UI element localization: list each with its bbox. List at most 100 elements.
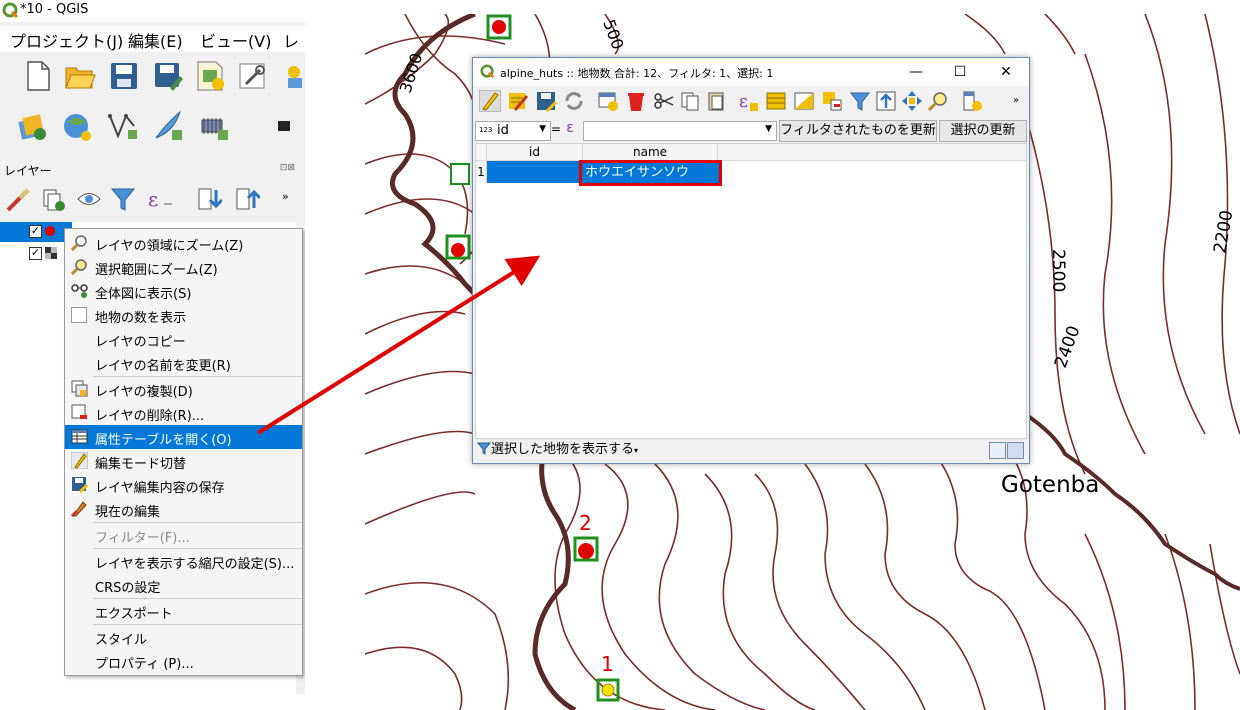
menu-style[interactable]: スタイル [65,625,302,649]
close-button[interactable]: ✕ [991,61,1021,83]
filter-legend-icon[interactable] [110,186,136,212]
column-header-id[interactable]: id [487,144,583,160]
digitize-icon[interactable] [152,110,184,142]
new-vector-layer-icon[interactable] [106,110,138,142]
delete-feature-icon[interactable] [625,90,647,112]
filter-value-input[interactable]: ▼ [583,121,777,141]
data-source-manager-icon[interactable] [16,110,48,142]
layer-visibility-checkbox[interactable]: ✓ [29,247,42,260]
cut-icon[interactable] [653,90,675,112]
style-panel-icon[interactable] [6,186,32,212]
layer-item-contours[interactable]: ✓ [0,244,72,264]
multi-edit-icon[interactable] [507,90,529,112]
qgis-main-window: *10 - QGIS プロジェクト(J) 編集(E) ビュー(V) レ レイヤー… [0,0,305,694]
table-view-icon[interactable] [1007,442,1024,459]
toggle-editing-icon[interactable] [479,90,501,112]
move-selection-top-icon[interactable] [875,90,897,112]
add-group-icon[interactable] [40,186,66,212]
menu-layer[interactable]: レ [283,28,299,52]
virtual-layer-icon[interactable] [198,110,230,142]
point-label-1: 1 [601,652,614,676]
form-view-icon[interactable] [989,442,1006,459]
new-field-icon[interactable] [961,90,983,112]
layout-manager-icon[interactable] [236,60,268,92]
panel-float-close-icon[interactable]: ⊡⊠ [280,163,295,173]
cell-name[interactable]: ホウエイサンソウ [579,160,722,186]
layer-visibility-checkbox[interactable]: ✓ [29,225,42,238]
minimize-button[interactable]: — [901,61,931,83]
zoom-to-selection-icon[interactable] [927,90,949,112]
save-project-icon[interactable] [108,60,140,92]
table-row[interactable]: 1 ホウエイサンソウ [476,160,1026,186]
menu-set-scale-visibility[interactable]: レイヤを表示する縮尺の設定(S)... [65,549,302,573]
menu-properties[interactable]: プロパティ (P)... [65,649,302,673]
invert-selection-icon[interactable] [793,90,815,112]
save-edits-icon[interactable] [535,90,557,112]
select-all-icon[interactable] [765,90,787,112]
show-selected-label: 選択した地物を表示する [491,442,635,457]
menu-project[interactable]: プロジェクト(J) [10,28,123,52]
save-edits-icon [72,477,88,493]
menu-show-in-overview[interactable]: 全体図に表示(S) [65,279,302,303]
menu-toggle-editing[interactable]: 編集モード切替 [65,449,302,473]
add-wms-layer-icon[interactable] [60,110,92,142]
contour-label-3600: 3600 [396,51,427,96]
attribute-table-toolbar: ε » [473,87,1029,117]
attribute-table-titlebar[interactable]: alpine_huts :: 地物数 合計: 12、フィルタ: 1、選択: 1 … [473,58,1029,86]
expression-select-icon[interactable]: ε [737,90,759,112]
update-filtered-button[interactable]: フィルタされたものを更新 [779,120,937,142]
menu-zoom-to-layer[interactable]: レイヤの領域にズーム(Z) [65,231,302,255]
pan-to-selection-icon[interactable] [901,90,923,112]
menu-export[interactable]: エクスポート [65,599,302,623]
corner-header[interactable] [476,144,487,160]
menu-show-feature-count[interactable]: 地物の数を表示 [65,303,302,327]
cell-id[interactable] [487,161,582,183]
filter-selected-icon[interactable] [849,90,871,112]
add-feature-icon[interactable] [597,90,619,112]
toolbar-overflow[interactable]: » [1013,95,1019,106]
menu-current-edits[interactable]: 現在の編集 [65,497,302,521]
deselect-all-icon[interactable] [821,90,843,112]
menu-set-crs[interactable]: CRSの設定 [65,573,302,597]
menu-view[interactable]: ビュー(V) [200,28,271,52]
manage-visibility-icon[interactable] [76,186,102,212]
update-selection-button[interactable]: 選択の更新 [939,120,1027,142]
remove-layer-icon [71,404,87,419]
menu-open-attribute-table[interactable]: 属性テーブルを開く(O) [65,425,302,449]
contour-label-2200: 2200 [1210,209,1237,255]
menu-copy-layer[interactable]: レイヤのコピー [65,327,302,351]
layer-toolbar-overflow[interactable]: » [282,190,289,203]
paste-icon[interactable] [705,90,727,112]
row-header[interactable]: 1 [476,161,487,183]
maximize-button[interactable]: ☐ [945,61,975,83]
show-selected-features-dropdown[interactable]: 選択した地物を表示する▾ [477,440,638,460]
attribute-table-icon [71,429,88,444]
checkbox-icon[interactable] [71,307,87,323]
menu-duplicate-layer[interactable]: レイヤの複製(D) [65,377,302,401]
collapse-all-icon[interactable] [234,186,260,212]
reload-icon[interactable] [563,90,585,112]
layer-item-alpine-huts[interactable]: ✓ [0,222,72,242]
menu-rename-layer[interactable]: レイヤの名前を変更(R) [65,351,302,375]
overflow-icon[interactable] [268,110,300,142]
menu-save-layer-edits[interactable]: レイヤ編集内容の保存 [65,473,302,497]
expand-all-icon[interactable] [196,186,222,212]
column-header-name[interactable]: name [583,144,718,160]
field-select[interactable]: 123 id ▼ [475,121,551,141]
new-print-layout-icon[interactable] [194,60,226,92]
open-project-icon[interactable] [64,60,96,92]
copy-icon[interactable] [679,90,701,112]
save-as-icon[interactable] [152,60,184,92]
menu-remove-layer[interactable]: レイヤの削除(R)... [65,401,302,425]
raster-layer-icon [45,247,57,259]
filter-expression-icon[interactable]: ε [146,186,172,212]
menu-zoom-to-selection[interactable]: 選択範囲にズーム(Z) [65,255,302,279]
menu-edit[interactable]: 編集(E) [128,28,183,52]
menu-filter[interactable]: フィルター(F)... [65,523,302,547]
layer-context-menu: レイヤの領域にズーム(Z) 選択範囲にズーム(Z) 全体図に表示(S) 地物の数… [64,228,303,676]
expression-builder-button[interactable]: ε [561,120,579,138]
hut-marker [450,163,470,185]
contour-label-500: 500 [599,17,627,52]
style-manager-icon[interactable] [282,60,305,92]
new-project-icon[interactable] [22,60,54,92]
